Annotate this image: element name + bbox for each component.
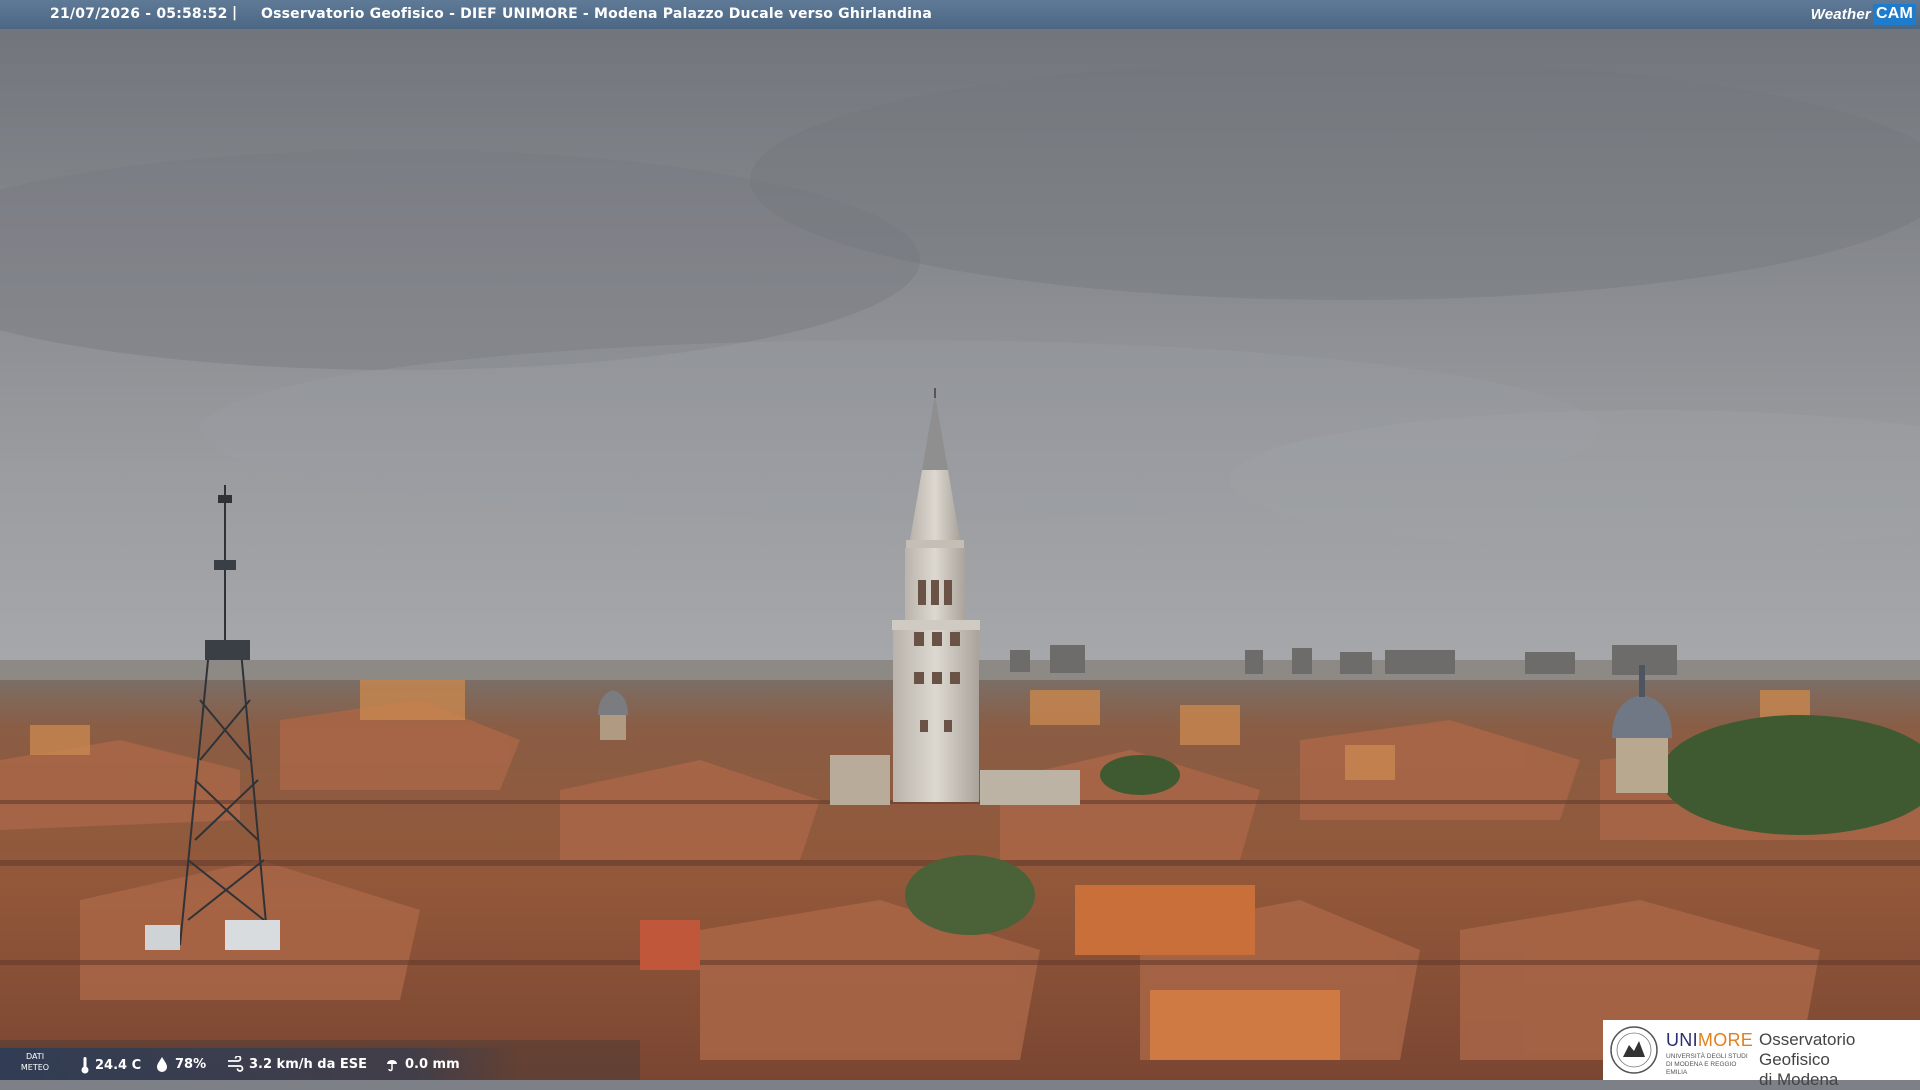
webcam-info-bar: 21/07/2026 - 05:58:52 | Osservatorio Geo… (0, 0, 1920, 29)
wind-icon (228, 1056, 244, 1072)
meteo-label: DATI METEO (20, 1052, 50, 1072)
weathercam-logo: Weather CAM (1810, 0, 1920, 29)
temperature-reading: 24.4 C (80, 1056, 141, 1074)
humidity-reading: 78% (154, 1056, 206, 1072)
webcam-image (0, 0, 1920, 1080)
thermometer-icon (81, 1057, 89, 1074)
unimore-wordmark: UNIMORE (1666, 1030, 1754, 1050)
brand-cam: CAM (1872, 4, 1916, 25)
university-name: UNIVERSITÀ DEGLI STUDI DI MODENA E REGGI… (1666, 1053, 1748, 1076)
meteo-bar: DATI METEO 24.4 C 78% 3.2 km/h da ESE 0.… (0, 1048, 520, 1080)
humidity-drop-icon (157, 1057, 167, 1072)
timestamp: 21/07/2026 - 05:58:52 (50, 6, 228, 22)
wind-reading: 3.2 km/h da ESE (226, 1056, 367, 1072)
temperature-value: 24.4 C (95, 1057, 142, 1073)
separator: | (232, 5, 238, 21)
university-seal-icon (1610, 1026, 1658, 1074)
rain-value: 0.0 mm (405, 1056, 460, 1072)
rain-reading: 0.0 mm (384, 1056, 460, 1072)
unimore-logo: UNIMORE UNIVERSITÀ DEGLI STUDI DI MODENA… (1603, 1020, 1920, 1089)
camera-caption: Osservatorio Geofisico - DIEF UNIMORE - … (261, 6, 932, 22)
humidity-value: 78% (175, 1056, 207, 1072)
rain-icon (387, 1060, 397, 1072)
wind-value: 3.2 km/h da ESE (249, 1056, 368, 1072)
brand-weather: Weather (1810, 6, 1871, 23)
observatory-name: Osservatorio Geofisico di Modena (1759, 1030, 1856, 1089)
